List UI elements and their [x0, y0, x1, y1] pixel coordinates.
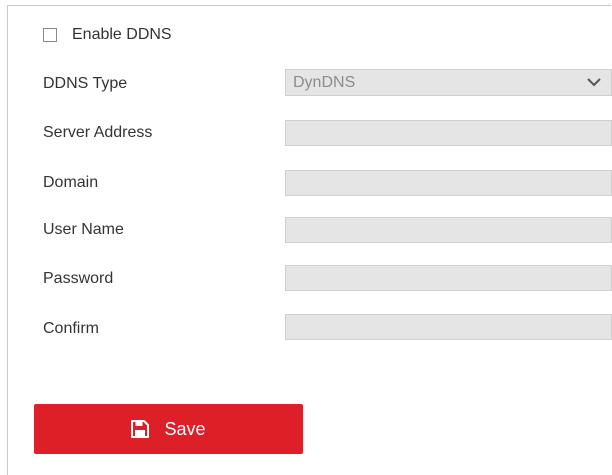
ddns-type-value: DynDNS [293, 73, 356, 91]
save-button-label: Save [164, 418, 206, 439]
confirm-password-label: Confirm [43, 320, 100, 337]
enable-ddns-checkbox[interactable] [43, 28, 57, 42]
user-name-label: User Name [43, 221, 124, 238]
enable-ddns-label: Enable DDNS [72, 26, 172, 43]
ddns-type-select[interactable]: DynDNS [285, 69, 612, 96]
enable-ddns-row[interactable]: Enable DDNS [43, 23, 172, 47]
password-label: Password [43, 270, 114, 287]
password-input[interactable] [285, 265, 612, 291]
server-address-label: Server Address [43, 124, 153, 141]
domain-label: Domain [43, 174, 99, 191]
user-name-input[interactable] [285, 217, 612, 243]
save-button[interactable]: Save [34, 404, 303, 454]
confirm-password-input[interactable] [285, 314, 612, 340]
chevron-down-icon [585, 74, 603, 92]
ddns-type-label: DDNS Type [43, 75, 128, 92]
server-address-input[interactable] [285, 120, 612, 146]
floppy-disk-icon [131, 420, 150, 438]
domain-input[interactable] [285, 170, 612, 196]
